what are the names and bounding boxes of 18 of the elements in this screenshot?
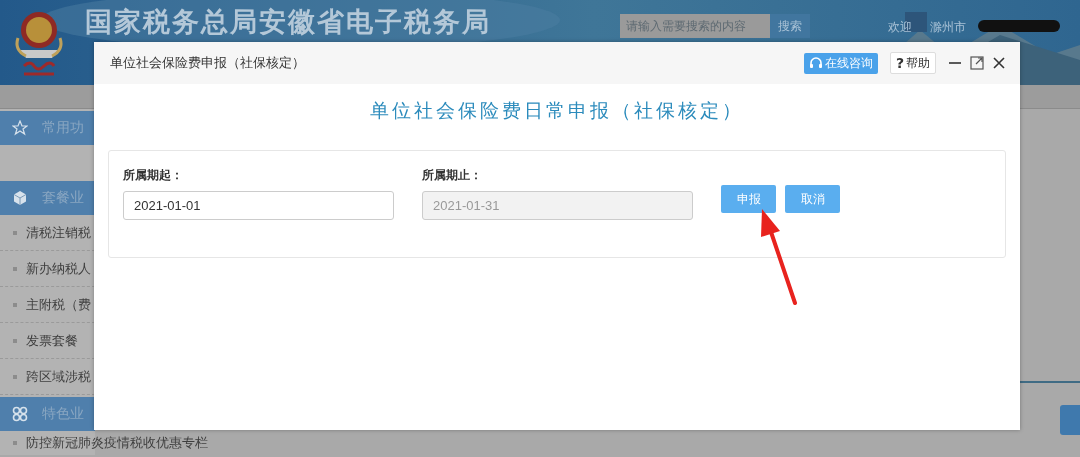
site-title: 国家税务总局安徽省电子税务局 (85, 6, 491, 38)
dialog-heading: 单位社会保险费日常申报（社保核定） (369, 98, 745, 123)
search-button[interactable]: 搜索 (770, 14, 810, 38)
headset-icon (808, 56, 823, 70)
field-label: 所属期止： (422, 167, 483, 184)
dialog-title: 单位社会保险费申报（社保核定） (110, 54, 306, 72)
online-consult-button[interactable]: 在线咨询 (803, 52, 878, 74)
user-name: 滁州市 (930, 19, 966, 36)
star-icon (12, 120, 28, 136)
cube-icon (12, 190, 28, 206)
field-label: 所属期起： (123, 167, 184, 184)
close-icon[interactable] (992, 56, 1006, 70)
help-button[interactable]: ?帮助 (889, 52, 936, 74)
maximize-icon[interactable] (970, 56, 984, 70)
sidebar-item[interactable]: 防控新冠肺炎疫情税收优惠专栏 (0, 431, 212, 455)
date-field[interactable]: 2021-01-01 (123, 191, 394, 220)
clover-icon (12, 406, 28, 422)
welcome-text: 欢迎 (888, 19, 912, 36)
